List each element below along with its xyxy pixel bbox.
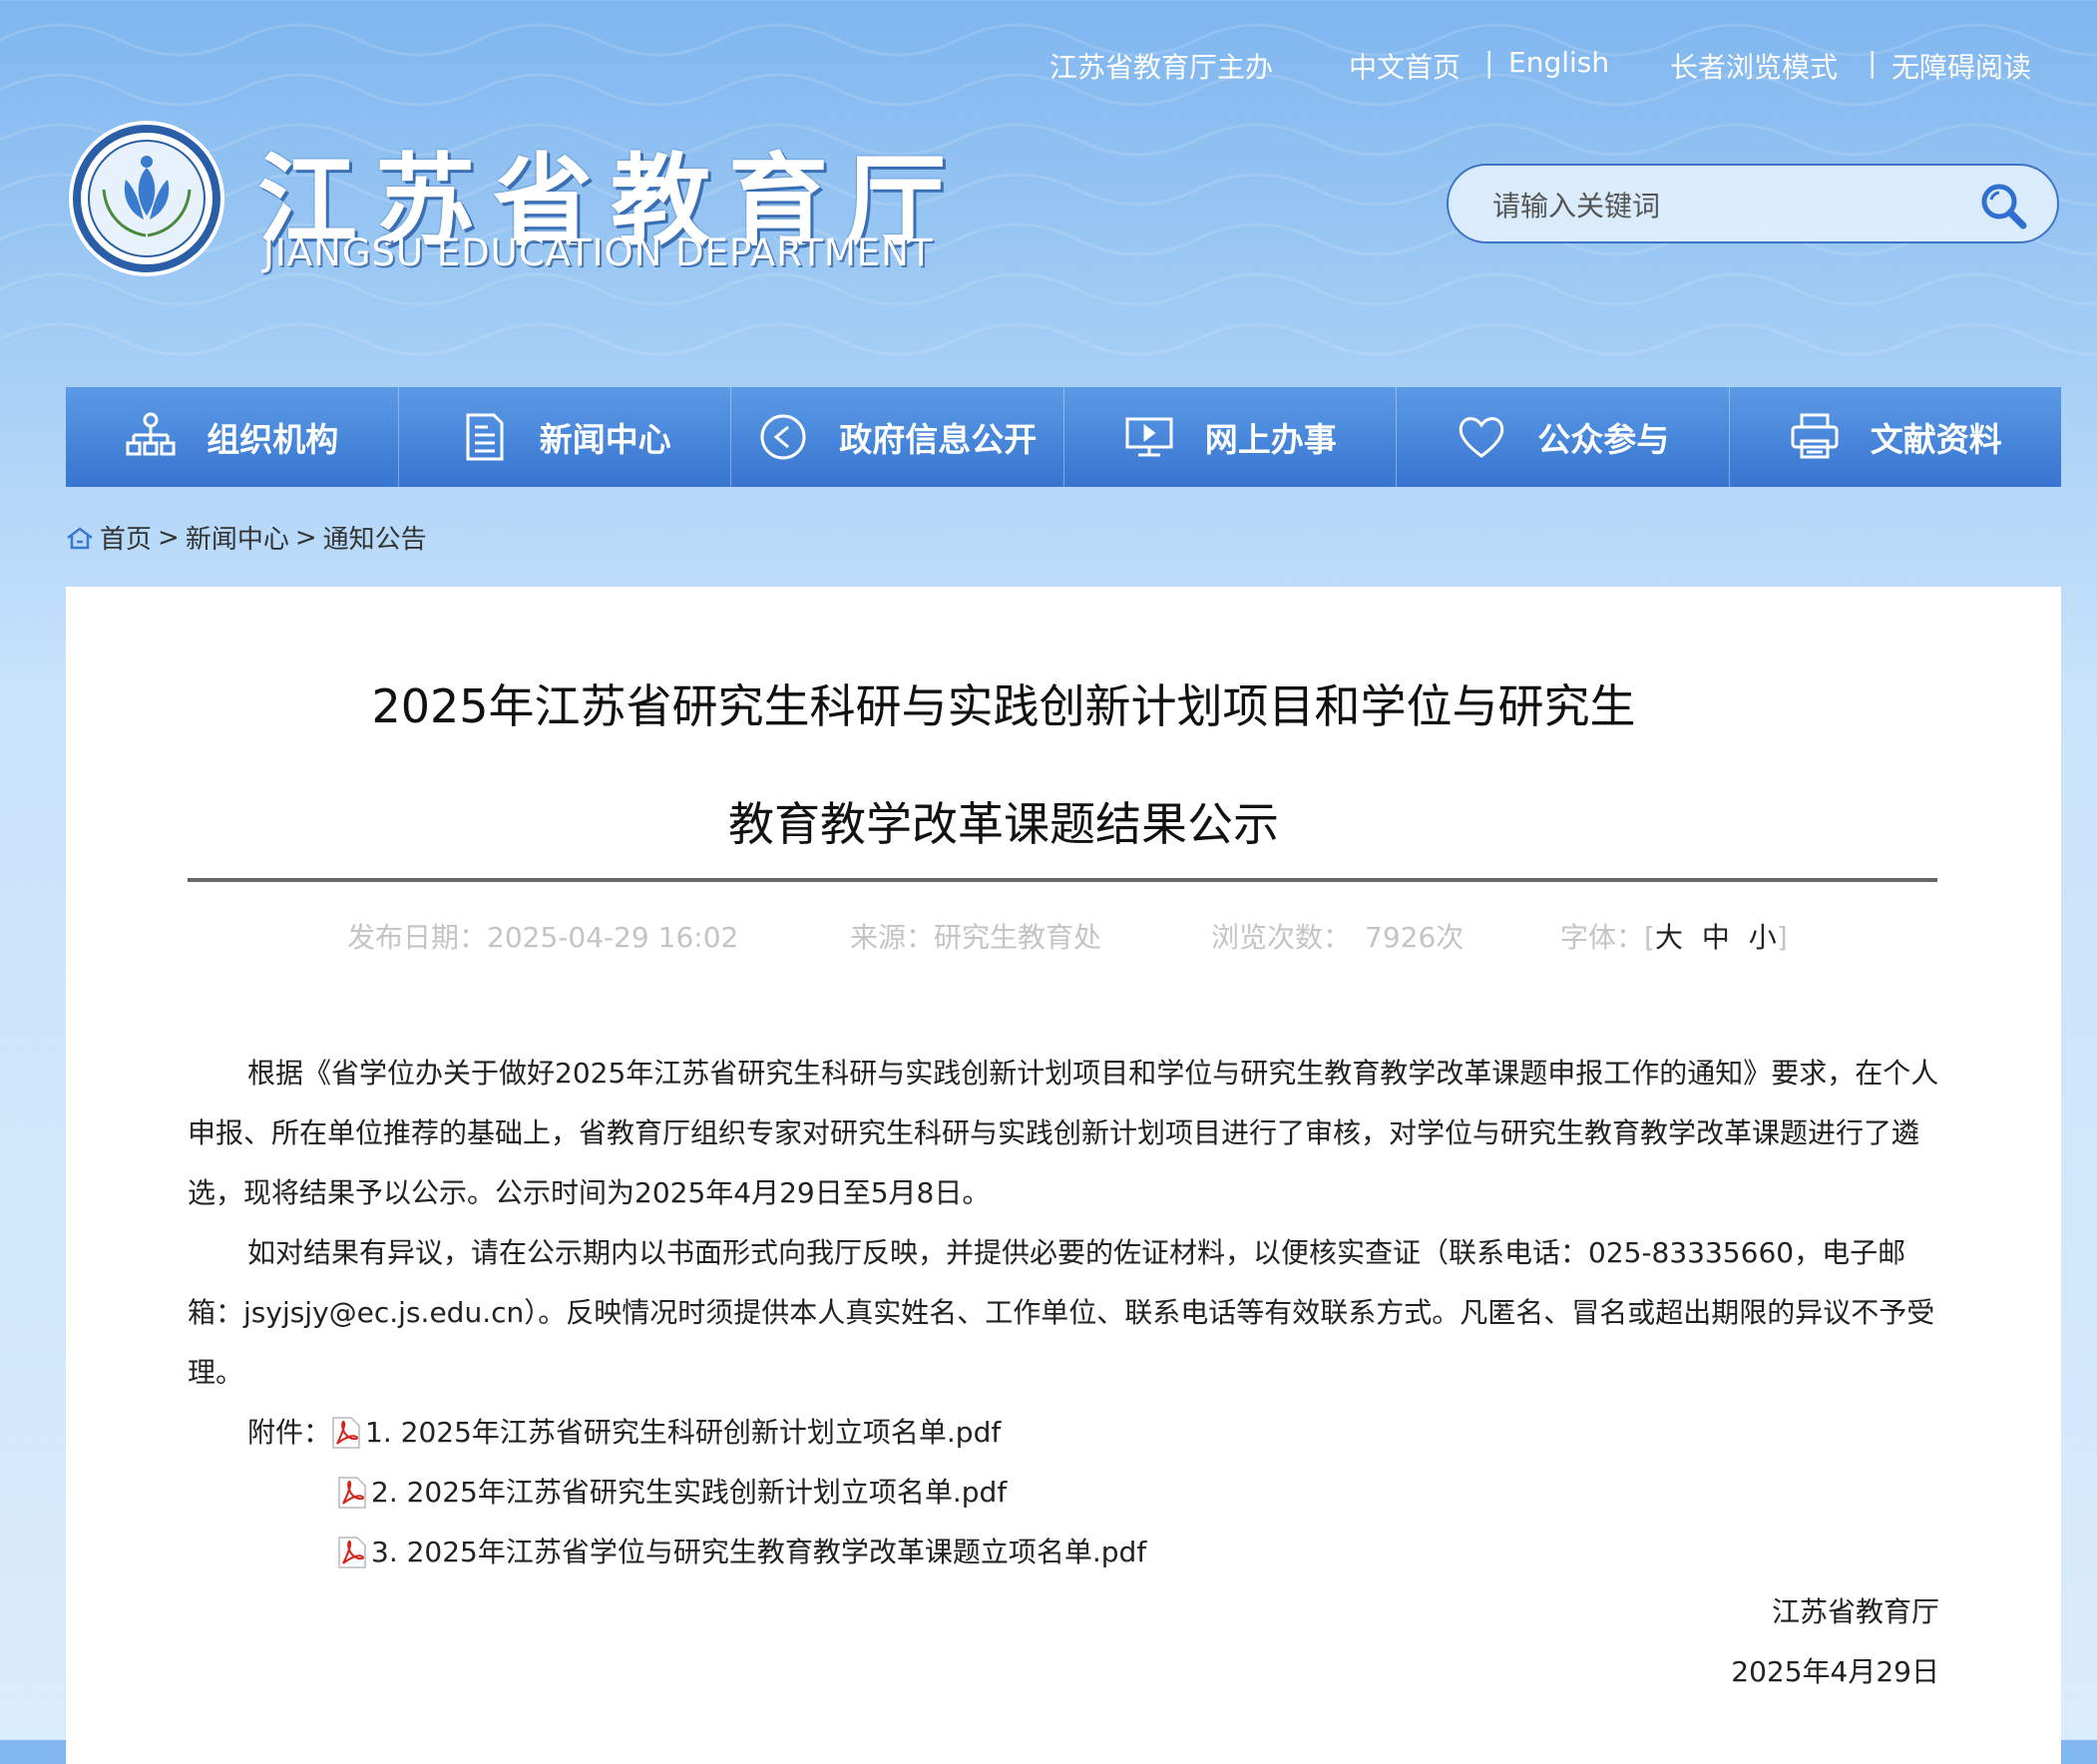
org-chart-icon — [126, 412, 176, 456]
play-circle-icon — [760, 414, 806, 460]
pdf-icon — [338, 1537, 366, 1568]
document-icon — [466, 413, 504, 461]
main-nav: 组织机构 新闻中心 政府信息公开 网上办事 公众参与 文献资料 — [66, 387, 2061, 487]
views-label: 浏览次数： — [1211, 921, 1352, 954]
pdf-icon — [332, 1417, 360, 1449]
nav-item-gov-info[interactable]: 政府信息公开 — [731, 387, 1064, 487]
site-brand-english: JIANGSU EDUCATION DEPARTMENT — [263, 231, 934, 274]
paragraph-2: 如对结果有异议，请在公示期内以书面形式向我厅反映，并提供必要的佐证材料，以便核实… — [188, 1236, 1935, 1389]
source-label: 来源： — [850, 921, 935, 954]
attachment-row-3: 3. 2025年江苏省学位与研究生教育教学改革课题立项名单.pdf — [188, 1523, 1943, 1582]
pdf-icon — [338, 1477, 366, 1509]
view-count: 浏览次数： 7926次 — [1211, 916, 1464, 956]
nav-label: 网上办事 — [1204, 420, 1337, 459]
nav-item-online-service[interactable]: 网上办事 — [1064, 387, 1397, 487]
department-emblem-icon[interactable] — [66, 118, 227, 279]
nav-label: 文献资料 — [1870, 420, 2002, 459]
elder-mode-link[interactable]: 长者浏览模式 — [1670, 46, 1838, 86]
monitor-icon — [1125, 417, 1173, 457]
attachment-row-1: 附件： 1. 2025年江苏省研究生科研创新计划立项名单.pdf — [188, 1403, 1943, 1463]
publish-value: 2025-04-29 16:02 — [487, 921, 739, 954]
attachment-link-2[interactable]: 2. 2025年江苏省研究生实践创新计划立项名单.pdf — [371, 1463, 1007, 1523]
english-link[interactable]: English — [1508, 46, 1609, 79]
article-body: 根据《省学位办关于做好2025年江苏省研究生科研与实践创新计划项目和学位与研究生… — [188, 1044, 1943, 1582]
font-large-button[interactable]: 大 — [1655, 921, 1683, 954]
article-title-line1: 2025年江苏省研究生科研与实践创新计划项目和学位与研究生 — [371, 679, 1636, 733]
publish-label: 发布日期： — [347, 921, 488, 954]
article-panel: 2025年江苏省研究生科研与实践创新计划项目和学位与研究生 教育教学改革课题结果… — [66, 587, 2061, 1764]
nav-item-news[interactable]: 新闻中心 — [399, 387, 731, 487]
home-icon — [67, 526, 93, 549]
signature-date: 2025年4月29日 — [1731, 1655, 1939, 1688]
attachments-label: 附件： — [247, 1416, 332, 1449]
search-icon[interactable] — [1977, 180, 2031, 233]
link-divider: | — [1484, 46, 1494, 79]
heart-icon — [1460, 417, 1504, 458]
search-box — [1447, 164, 2059, 243]
nav-label: 新闻中心 — [539, 420, 671, 459]
top-links-bar: 江苏省教育厅主办 中文首页 | English 长者浏览模式 | 无障碍阅读 — [0, 46, 2097, 86]
bracket-open: [ — [1644, 921, 1655, 954]
nav-item-organization[interactable]: 组织机构 — [66, 387, 399, 487]
source-value: 研究生教育处 — [934, 921, 1102, 954]
home-cn-link[interactable]: 中文首页 — [1349, 46, 1461, 86]
header-wave-pattern — [0, 23, 2097, 356]
article-title-line2: 教育教学改革课题结果公示 — [728, 797, 1279, 851]
paragraph-1: 根据《省学位办关于做好2025年江苏省研究生科研与实践创新计划项目和学位与研究生… — [188, 1057, 1939, 1209]
source: 来源：研究生教育处 — [850, 916, 1101, 956]
nav-item-documents[interactable]: 文献资料 — [1730, 387, 2062, 487]
accessible-reading-link[interactable]: 无障碍阅读 — [1891, 46, 2031, 86]
attachment-link-1[interactable]: 1. 2025年江苏省研究生科研创新计划立项名单.pdf — [365, 1403, 1001, 1463]
breadcrumb-separator: > — [158, 522, 180, 553]
font-size-switcher: 字体：[大 中 小] — [1560, 916, 1788, 956]
nav-label: 组织机构 — [207, 420, 339, 459]
printer-icon — [1791, 413, 1839, 459]
publish-date: 发布日期：2025-04-29 16:02 — [347, 916, 738, 956]
sponsor-text: 江苏省教育厅主办 — [1049, 51, 1274, 84]
breadcrumb-notice[interactable]: 通知公告 — [323, 519, 427, 556]
signature-block: 江苏省教育厅 2025年4月29日 — [1731, 1582, 1939, 1702]
breadcrumb-home[interactable]: 首页 — [100, 519, 152, 556]
breadcrumb-separator: > — [294, 522, 317, 553]
signature: 江苏省教育厅 — [1771, 1595, 1939, 1628]
nav-label: 公众参与 — [1537, 420, 1670, 459]
views-value: 7926次 — [1365, 921, 1465, 954]
nav-label: 政府信息公开 — [839, 420, 1038, 459]
attachment-link-3[interactable]: 3. 2025年江苏省学位与研究生教育教学改革课题立项名单.pdf — [371, 1523, 1146, 1582]
title-divider — [188, 878, 1937, 882]
link-divider: | — [1868, 46, 1878, 79]
bracket-close: ] — [1776, 921, 1788, 954]
attachment-row-2: 2. 2025年江苏省研究生实践创新计划立项名单.pdf — [188, 1463, 1943, 1523]
search-input[interactable] — [1490, 182, 1953, 229]
nav-item-public-participation[interactable]: 公众参与 — [1397, 387, 1730, 487]
font-medium-button[interactable]: 中 — [1702, 921, 1730, 954]
breadcrumb: 首页 > 新闻中心 > 通知公告 — [66, 519, 427, 556]
breadcrumb-news[interactable]: 新闻中心 — [186, 519, 289, 556]
font-label: 字体： — [1560, 921, 1645, 954]
font-small-button[interactable]: 小 — [1749, 921, 1777, 954]
